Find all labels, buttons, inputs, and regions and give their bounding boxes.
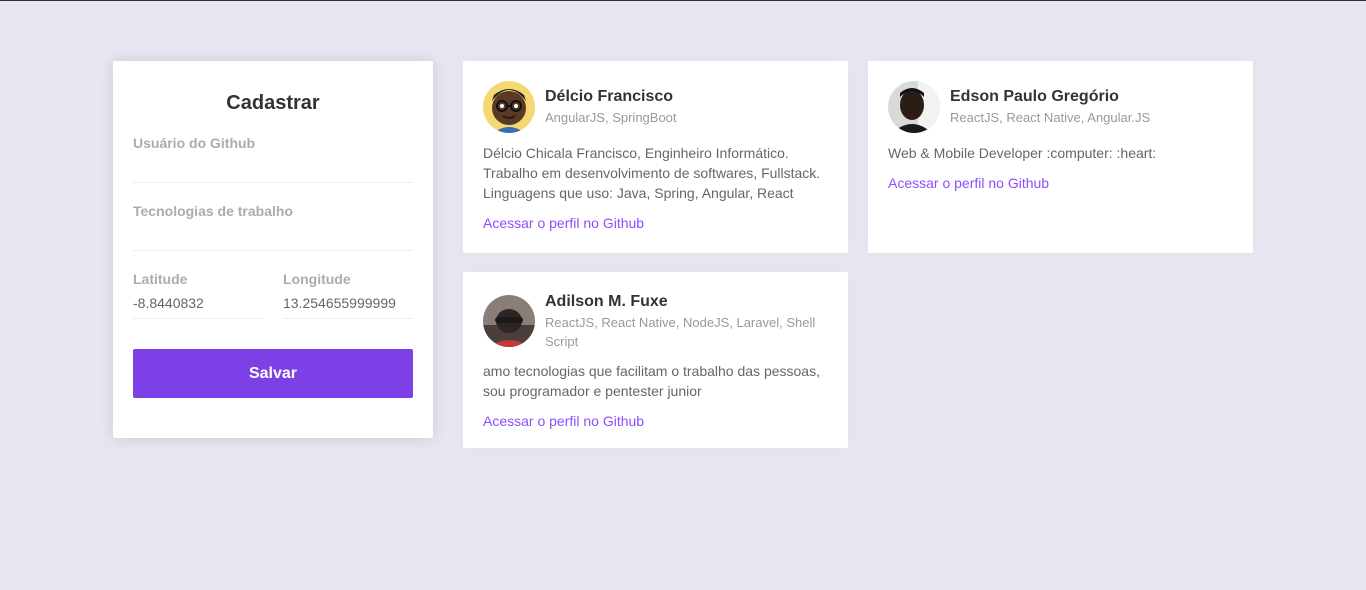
github-profile-link[interactable]: Acessar o perfil no Github (483, 213, 828, 233)
github-profile-link[interactable]: Acessar o perfil no Github (483, 411, 828, 431)
dev-card-header: Edson Paulo Gregório ReactJS, React Nati… (888, 81, 1233, 133)
form-title: Cadastrar (226, 92, 320, 114)
avatar (483, 81, 535, 133)
user-photo-icon (483, 295, 535, 347)
dev-card: Edson Paulo Gregório ReactJS, React Nati… (868, 61, 1253, 253)
dev-card: Adilson M. Fuxe ReactJS, React Native, N… (463, 272, 848, 448)
longitude-input[interactable] (283, 287, 413, 319)
longitude-field: Longitude (283, 271, 413, 319)
latitude-field: Latitude (133, 271, 263, 319)
github-user-field: Usuário do Github (133, 135, 413, 183)
user-photo-icon (888, 81, 940, 133)
dev-name: Délcio Francisco (545, 88, 674, 105)
dev-techs: AngularJS, SpringBoot (545, 110, 677, 125)
cartoon-avatar-icon (483, 81, 535, 133)
avatar (888, 81, 940, 133)
dev-bio: Délcio Chicala Francisco, Enginheiro Inf… (483, 145, 821, 201)
avatar (483, 295, 535, 347)
latitude-label: Latitude (133, 271, 188, 287)
techs-field: Tecnologias de trabalho (133, 203, 413, 251)
dev-bio: Web & Mobile Developer :computer: :heart… (888, 145, 1157, 161)
register-panel: Cadastrar Usuário do Github Tecnologias … (113, 61, 433, 438)
user-info: Délcio Francisco AngularJS, SpringBoot (545, 87, 677, 127)
techs-input[interactable] (133, 219, 413, 251)
register-form: Usuário do Github Tecnologias de trabalh… (133, 135, 413, 398)
dev-techs: ReactJS, React Native, Angular.JS (950, 110, 1151, 125)
dev-card: Délcio Francisco AngularJS, SpringBoot D… (463, 61, 848, 253)
coordinates-group: Latitude Longitude (133, 271, 413, 319)
dev-bio: amo tecnologias que facilitam o trabalho… (483, 363, 820, 399)
github-profile-link[interactable]: Acessar o perfil no Github (888, 173, 1233, 193)
save-button[interactable]: Salvar (133, 349, 413, 398)
techs-label: Tecnologias de trabalho (133, 203, 293, 219)
user-info: Adilson M. Fuxe ReactJS, React Native, N… (545, 292, 828, 351)
longitude-label: Longitude (283, 271, 351, 287)
github-user-label: Usuário do Github (133, 135, 256, 151)
github-user-input[interactable] (133, 151, 413, 183)
dev-card-header: Délcio Francisco AngularJS, SpringBoot (483, 81, 828, 133)
dev-techs: ReactJS, React Native, NodeJS, Laravel, … (545, 315, 816, 349)
latitude-input[interactable] (133, 287, 263, 319)
user-info: Edson Paulo Gregório ReactJS, React Nati… (950, 87, 1150, 127)
dev-name: Edson Paulo Gregório (950, 88, 1119, 105)
dev-name: Adilson M. Fuxe (545, 293, 668, 310)
dev-card-header: Adilson M. Fuxe ReactJS, React Native, N… (483, 292, 828, 351)
